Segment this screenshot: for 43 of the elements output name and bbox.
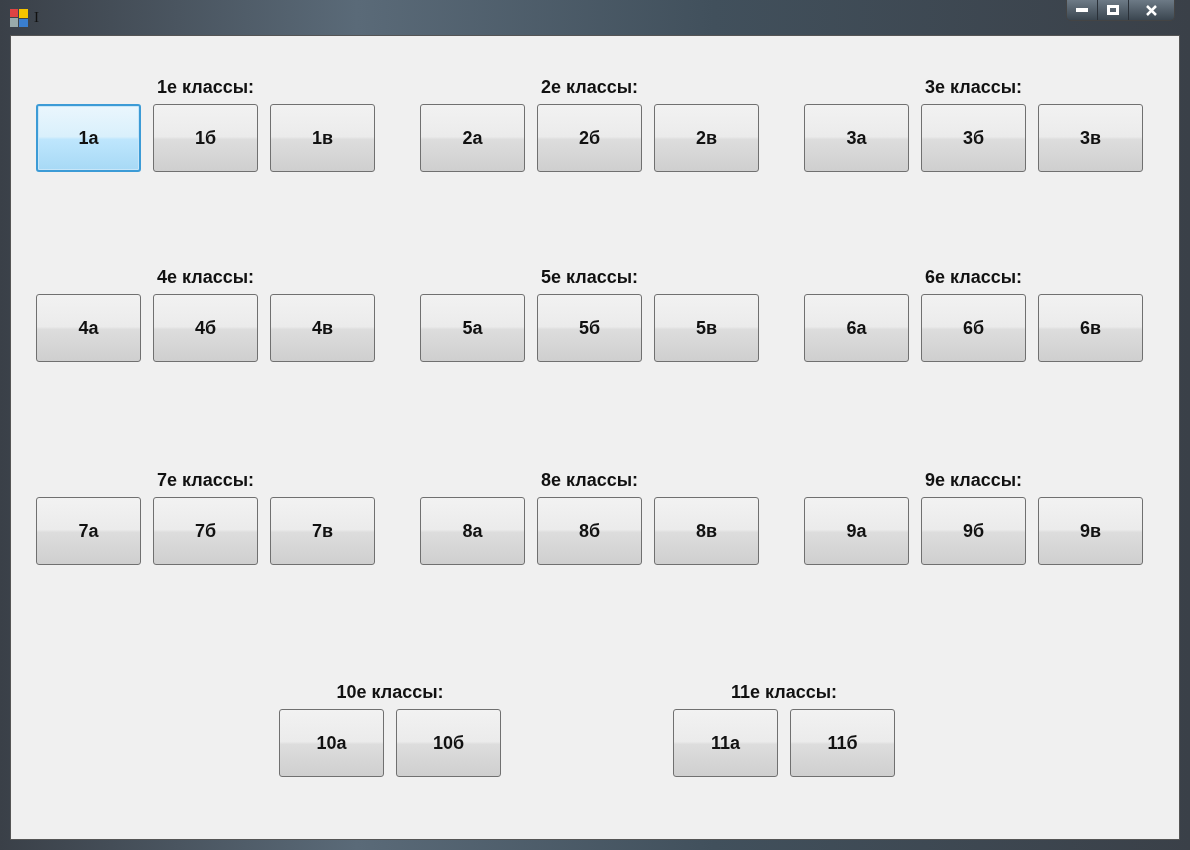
class-button[interactable]: 1а [36, 104, 141, 172]
class-button[interactable]: 5в [654, 294, 759, 362]
group-label: 11е классы: [730, 681, 838, 703]
group-label: 8е классы: [540, 469, 639, 491]
group-label: 7е классы: [156, 469, 255, 491]
class-button[interactable]: 2б [537, 104, 642, 172]
class-button[interactable]: 3а [804, 104, 909, 172]
group-label: 6е классы: [924, 266, 1023, 288]
class-button[interactable]: 5б [537, 294, 642, 362]
group-label: 5е классы: [540, 266, 639, 288]
class-button[interactable]: 7в [270, 497, 375, 565]
class-button[interactable]: 2а [420, 104, 525, 172]
group-label: 10е классы: [336, 681, 444, 703]
class-button[interactable]: 4а [36, 294, 141, 362]
class-button[interactable]: 4в [270, 294, 375, 362]
class-button[interactable]: 7б [153, 497, 258, 565]
group-label: 1е классы: [156, 76, 255, 98]
class-button[interactable]: 10б [396, 709, 501, 777]
class-button[interactable]: 1б [153, 104, 258, 172]
class-button[interactable]: 5а [420, 294, 525, 362]
class-button[interactable]: 4б [153, 294, 258, 362]
window-title: I [34, 9, 39, 26]
class-button[interactable]: 6в [1038, 294, 1143, 362]
group-label: 9е классы: [924, 469, 1023, 491]
class-button[interactable]: 6а [804, 294, 909, 362]
class-button[interactable]: 9в [1038, 497, 1143, 565]
class-button[interactable]: 11б [790, 709, 895, 777]
class-button[interactable]: 7а [36, 497, 141, 565]
class-button[interactable]: 8а [420, 497, 525, 565]
class-button[interactable]: 3в [1038, 104, 1143, 172]
class-button[interactable]: 9а [804, 497, 909, 565]
group-label: 4е классы: [156, 266, 255, 288]
class-button[interactable]: 11а [673, 709, 778, 777]
class-button[interactable]: 8в [654, 497, 759, 565]
class-button[interactable]: 10а [279, 709, 384, 777]
group-label: 2е классы: [540, 76, 639, 98]
class-button[interactable]: 3б [921, 104, 1026, 172]
class-button[interactable]: 6б [921, 294, 1026, 362]
class-button[interactable]: 1в [270, 104, 375, 172]
class-button[interactable]: 8б [537, 497, 642, 565]
class-button[interactable]: 2в [654, 104, 759, 172]
group-label: 3е классы: [924, 76, 1023, 98]
class-button[interactable]: 9б [921, 497, 1026, 565]
